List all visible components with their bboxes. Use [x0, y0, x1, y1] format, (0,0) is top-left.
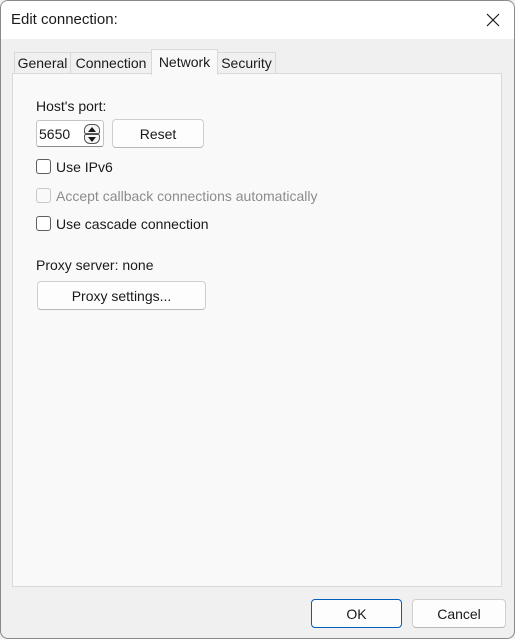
edit-connection-dialog: Edit connection: General Connection Netw…: [0, 0, 515, 639]
arrow-up-icon: [88, 126, 96, 132]
spin-down-button[interactable]: [84, 134, 100, 144]
tab-general[interactable]: General: [14, 52, 71, 74]
tab-connection[interactable]: Connection: [70, 52, 152, 74]
dialog-title: Edit connection:: [11, 11, 118, 28]
close-button[interactable]: [480, 7, 506, 33]
arrow-down-icon: [88, 136, 96, 142]
spin-up-button[interactable]: [84, 124, 100, 134]
tab-security[interactable]: Security: [217, 52, 276, 74]
tab-network[interactable]: Network: [151, 49, 218, 75]
accept-callback-label: Accept callback connections automaticall…: [56, 188, 318, 204]
host-port-label: Host's port:: [36, 98, 107, 114]
proxy-server-status: Proxy server: none: [36, 257, 154, 273]
use-ipv6-checkbox[interactable]: [36, 159, 51, 174]
reset-button[interactable]: Reset: [112, 119, 204, 148]
title-bar: Edit connection:: [1, 1, 514, 39]
use-cascade-checkbox[interactable]: [36, 216, 51, 231]
proxy-settings-button[interactable]: Proxy settings...: [37, 281, 206, 310]
network-tab-panel: [12, 73, 502, 587]
cancel-button[interactable]: Cancel: [412, 599, 506, 628]
close-icon: [486, 13, 500, 27]
ok-button[interactable]: OK: [311, 599, 402, 628]
use-cascade-label[interactable]: Use cascade connection: [56, 216, 209, 232]
use-ipv6-label[interactable]: Use IPv6: [56, 159, 113, 175]
host-port-spinner[interactable]: [36, 120, 104, 147]
host-port-input[interactable]: [39, 124, 81, 143]
accept-callback-checkbox: [36, 188, 51, 203]
